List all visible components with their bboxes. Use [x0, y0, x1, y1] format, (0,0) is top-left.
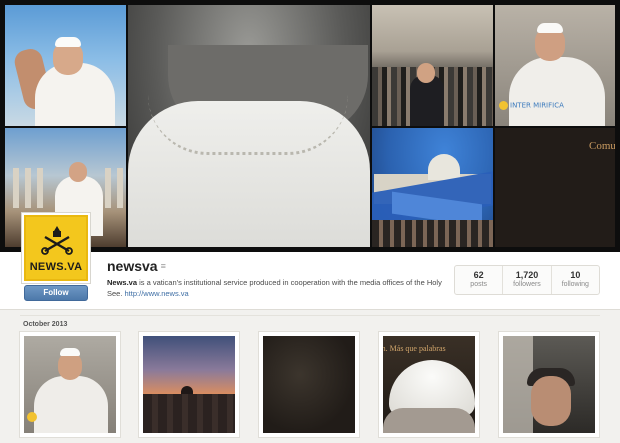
- photo-detail: [428, 154, 460, 180]
- stat-posts[interactable]: 62 posts: [455, 266, 504, 294]
- watermark-logo: [27, 412, 37, 422]
- post-image: [24, 336, 116, 433]
- profile-username: newsva ≡: [107, 258, 166, 274]
- photo-detail: [105, 168, 111, 208]
- photo-detail: [55, 37, 81, 47]
- photo-detail: [537, 23, 563, 33]
- photo-detail: [25, 168, 31, 208]
- follow-button[interactable]: Follow: [24, 285, 88, 301]
- avatar[interactable]: NEWS.VA: [22, 213, 90, 283]
- avatar-logo: NEWS.VA: [24, 215, 88, 281]
- watermark-logo: INTER MIRIFICA: [499, 101, 564, 110]
- feed-post-card[interactable]: [259, 332, 359, 437]
- feed-post-card[interactable]: [499, 332, 599, 437]
- header-photo-text-tile[interactable]: Comu: [495, 128, 615, 247]
- options-menu-icon[interactable]: ≡: [161, 261, 166, 271]
- stat-following[interactable]: 10 following: [552, 266, 599, 294]
- stat-label: posts: [470, 281, 488, 288]
- photo-detail: [69, 162, 87, 182]
- post-image: Comunicación. Más que palabras: [383, 336, 475, 433]
- stat-followers[interactable]: 1,720 followers: [503, 266, 552, 294]
- stat-number: 62: [473, 270, 484, 280]
- stat-number: 1,720: [515, 270, 539, 280]
- feed-month-label: October 2013: [23, 321, 68, 328]
- header-photo-flags-basilica[interactable]: [372, 128, 493, 247]
- photo-detail: [34, 376, 108, 433]
- stat-number: 10: [570, 270, 581, 280]
- post-image: [263, 336, 355, 433]
- papal-keys-icon: [41, 226, 73, 255]
- photo-detail: [383, 408, 475, 433]
- post-image: [503, 336, 595, 433]
- photo-detail: [37, 168, 43, 208]
- feed-post-card[interactable]: [20, 332, 120, 437]
- header-photo-mosaic: INTER MIRIFICA Comu: [0, 0, 620, 252]
- photo-detail: [148, 95, 348, 155]
- photo-detail: [13, 168, 19, 208]
- post-image: [143, 336, 235, 433]
- photo-detail: [117, 168, 123, 208]
- stat-label: following: [561, 281, 589, 288]
- avatar-brand-text: NEWS.VA: [29, 261, 83, 273]
- profile-bio: News.va is a vatican's institutional ser…: [107, 277, 447, 299]
- photo-detail: [58, 352, 82, 380]
- feed-divider: [20, 315, 600, 316]
- stat-label: followers: [513, 281, 541, 288]
- header-photo-pope-thinking[interactable]: INTER MIRIFICA: [495, 5, 615, 126]
- profile-stats: 62 posts 1,720 followers 10 following: [454, 265, 600, 295]
- photo-detail: [509, 57, 605, 126]
- photo-overlay-text: Comunicación. Más que palabras: [383, 344, 446, 353]
- header-photo-pope-waving[interactable]: [5, 5, 126, 126]
- photo-detail: [143, 394, 235, 433]
- photo-detail: [417, 63, 435, 83]
- photo-detail: [60, 348, 80, 356]
- feed-post-card[interactable]: Comunicación. Más que palabras: [379, 332, 479, 437]
- photo-detail: [372, 220, 493, 247]
- header-photo-neck-chain[interactable]: [128, 5, 370, 247]
- photo-overlay-text: Comu: [589, 140, 615, 152]
- header-photo-square-crowd[interactable]: [372, 5, 493, 126]
- photo-detail: [531, 376, 571, 426]
- bio-link[interactable]: http://www.news.va: [125, 289, 189, 298]
- bio-name: News.va: [107, 278, 138, 287]
- username-text: newsva: [107, 258, 158, 274]
- feed-post-card[interactable]: [139, 332, 239, 437]
- watermark-text: INTER MIRIFICA: [510, 101, 564, 110]
